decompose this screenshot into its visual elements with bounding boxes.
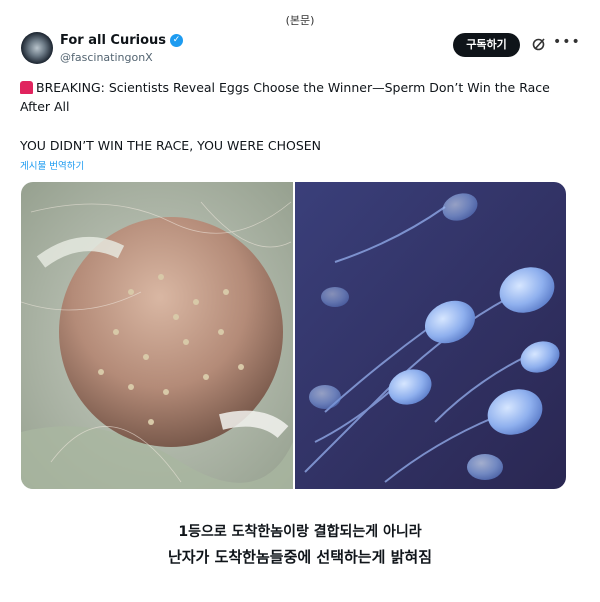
post-subheadline: YOU DIDN’T WIN THE RACE, YOU WERE CHOSEN (20, 138, 322, 153)
author-display-name[interactable]: For all Curious (60, 33, 166, 48)
verified-badge-icon: ✓ (170, 34, 184, 47)
avatar[interactable] (21, 32, 53, 64)
sperm-image (295, 182, 566, 489)
top-note: (본문) (285, 14, 315, 27)
post-headline: BREAKING: Scientists Reveal Eggs Choose … (20, 78, 580, 116)
author-display-name-row: For all Curious ✓ (60, 33, 184, 48)
egg-image (21, 182, 293, 489)
subscribe-button[interactable]: 구독하기 (453, 33, 520, 57)
grok-icon[interactable] (531, 36, 547, 52)
more-horizontal-icon[interactable]: ••• (553, 34, 581, 50)
siren-icon (20, 81, 33, 94)
author-block: For all Curious ✓ @fascinatingonX (60, 33, 184, 64)
post-headline-text: BREAKING: Scientists Reveal Eggs Choose … (20, 80, 550, 114)
caption-line-1: 1등으로 도착한놈이랑 결합되는게 아니라 (178, 524, 422, 540)
author-handle[interactable]: @fascinatingonX (60, 51, 183, 64)
translate-post-link[interactable]: 게시물 번역하기 (20, 158, 84, 172)
caption-line-2: 난자가 도착한놈들중에 선택하는게 밝혀짐 (167, 548, 433, 566)
post-media[interactable] (21, 182, 566, 489)
